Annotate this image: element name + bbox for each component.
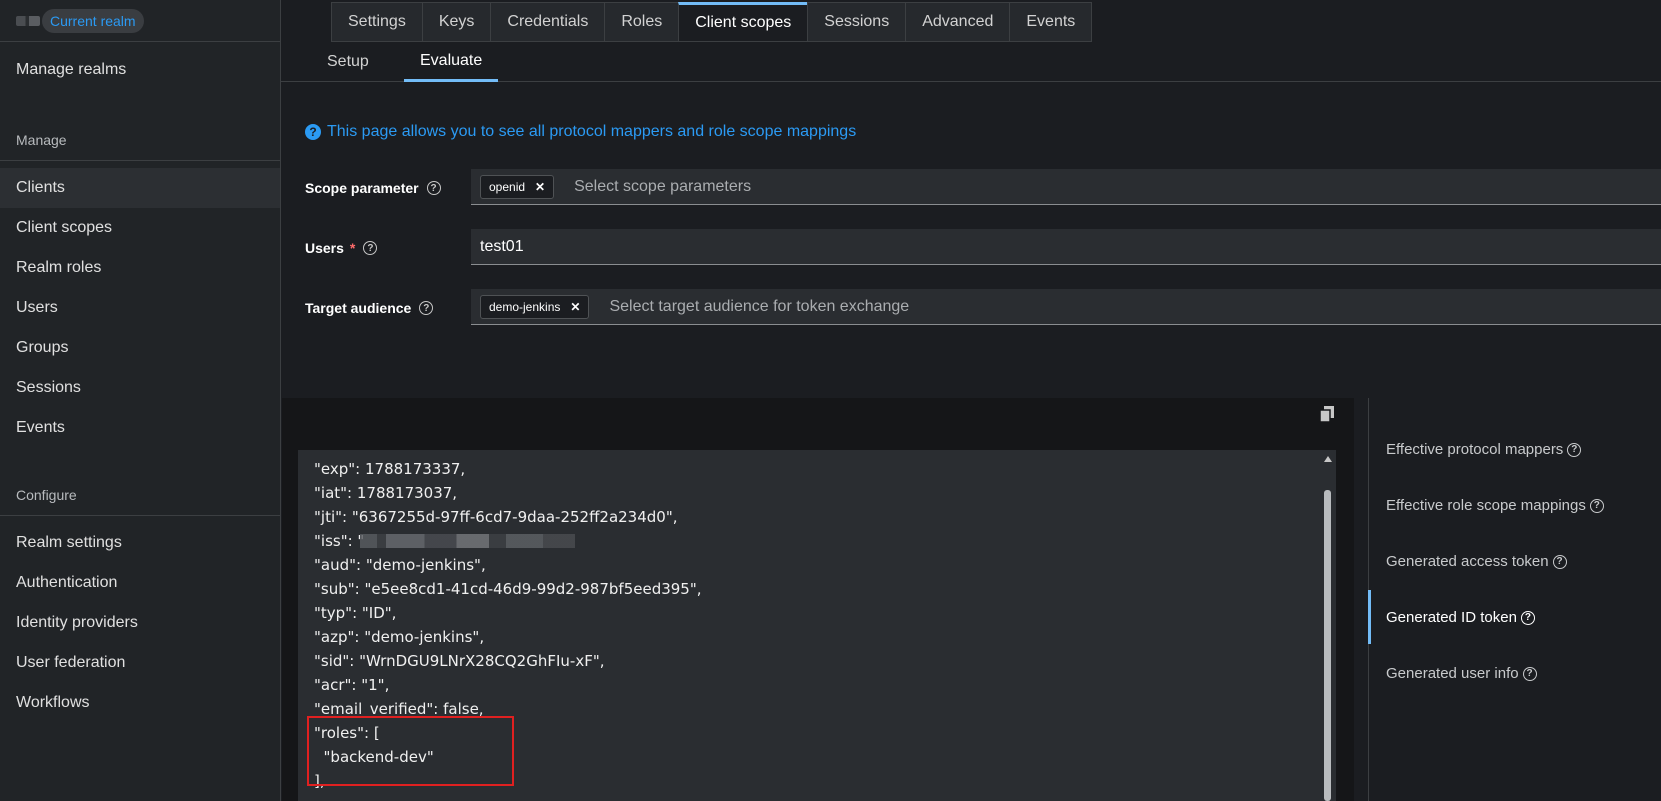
users-label: Users * ?	[305, 240, 378, 256]
help-icon: ?	[1567, 442, 1582, 457]
nav-client-scopes[interactable]: Client scopes	[0, 208, 280, 248]
nav-identity-providers[interactable]: Identity providers	[0, 603, 280, 643]
info-message: ? This page allows you to see all protoc…	[305, 123, 856, 141]
code-line: "typ": "ID",	[314, 604, 397, 622]
tab-client-scopes[interactable]: Client scopes	[678, 2, 808, 42]
nav-realm-roles[interactable]: Realm roles	[0, 248, 280, 288]
jump-effective-protocol-mappers[interactable]: Effective protocol mappers ?	[1386, 441, 1582, 458]
jump-label[interactable]: Effective protocol mappers	[1386, 441, 1563, 458]
nav-user-federation[interactable]: User federation	[0, 643, 280, 683]
tab-advanced[interactable]: Advanced	[905, 2, 1010, 42]
code-line: "acr": "1",	[314, 676, 390, 694]
tab-roles[interactable]: Roles	[604, 2, 679, 42]
subtab-evaluate[interactable]: Evaluate	[404, 42, 499, 82]
help-icon: ?	[1552, 554, 1567, 569]
copy-icon[interactable]	[1320, 406, 1334, 422]
audience-chip-label: demo-jenkins	[489, 299, 561, 314]
realm-selector[interactable]: Current realm	[0, 0, 280, 42]
code-line: "iss": "	[314, 532, 365, 550]
close-icon[interactable]: ✕	[570, 300, 580, 314]
code-line: "iat": 1788173037,	[314, 484, 458, 502]
scope-chip-label: openid	[489, 179, 526, 194]
jump-label[interactable]: Effective role scope mappings	[1386, 497, 1586, 514]
roles-highlight-box	[307, 716, 514, 786]
code-line: "azp": "demo-jenkins",	[314, 628, 485, 646]
code-line: "aud": "demo-jenkins",	[314, 556, 486, 574]
tab-events[interactable]: Events	[1009, 2, 1093, 42]
code-line: "sub": "e5ee8cd1-41cd-46d9-99d2-987bf5ee…	[314, 580, 702, 598]
users-help-icon[interactable]: ?	[363, 241, 378, 255]
tab-settings[interactable]: Settings	[331, 2, 422, 42]
target-audience-label-text: Target audience	[305, 300, 412, 316]
code-line: "exp": 1788173337,	[314, 460, 466, 478]
code-line: "jti": "6367255d-97ff-6cd7-9daa-252ff2a2…	[314, 508, 678, 526]
jump-label[interactable]: Generated access token	[1386, 553, 1549, 570]
nav-users[interactable]: Users	[0, 288, 280, 328]
help-icon: ?	[1589, 498, 1604, 513]
info-text: This page allows you to see all protocol…	[327, 123, 857, 140]
question-circle-icon: ?	[305, 124, 321, 140]
users-input[interactable]: test01	[471, 229, 1661, 265]
active-indicator	[1368, 590, 1371, 644]
scope-parameter-label-text: Scope parameter	[305, 180, 419, 196]
close-icon[interactable]: ✕	[535, 180, 545, 194]
tab-credentials[interactable]: Credentials	[490, 2, 605, 42]
nav-authentication[interactable]: Authentication	[0, 563, 280, 603]
jump-generated-id-token[interactable]: Generated ID token ?	[1386, 609, 1535, 626]
tab-sessions[interactable]: Sessions	[807, 2, 906, 42]
audience-help-icon[interactable]: ?	[419, 301, 434, 315]
scope-parameter-label: Scope parameter ?	[305, 180, 441, 196]
nav-sessions[interactable]: Sessions	[0, 368, 280, 408]
audience-chip-demo-jenkins: demo-jenkins ✕	[480, 294, 590, 319]
users-label-text: Users	[305, 240, 344, 256]
jump-label[interactable]: Generated ID token	[1386, 609, 1517, 626]
tab-keys[interactable]: Keys	[421, 2, 491, 42]
required-marker: *	[349, 240, 356, 256]
code-line: "sid": "WrnDGU9LNrX28CQ2GhFIu-xF",	[314, 652, 605, 670]
jump-generated-access-token[interactable]: Generated access token ?	[1386, 553, 1567, 570]
client-scopes-subtabs: Setup Evaluate	[281, 42, 1661, 82]
nav-events[interactable]: Events	[0, 408, 280, 448]
nav-clients[interactable]: Clients	[0, 168, 280, 208]
nav-divider	[0, 160, 280, 161]
redacted-iss-value	[360, 534, 575, 548]
realm-logo-icon	[16, 15, 40, 26]
nav-section-manage: Manage	[16, 132, 67, 148]
client-tabs: Settings Keys Credentials Roles Client s…	[331, 2, 1093, 42]
jump-label[interactable]: Generated user info	[1386, 665, 1519, 682]
scope-parameter-select[interactable]: openid ✕ Select scope parameters	[471, 169, 1661, 205]
jump-generated-user-info[interactable]: Generated user info ?	[1386, 665, 1537, 682]
nav-groups[interactable]: Groups	[0, 328, 280, 368]
audience-placeholder[interactable]: Select target audience for token exchang…	[609, 298, 909, 316]
nav-section-configure: Configure	[16, 487, 77, 503]
nav-realm-settings[interactable]: Realm settings	[0, 523, 280, 563]
code-scrollbar-thumb[interactable]	[1324, 490, 1331, 801]
help-icon: ?	[1522, 666, 1537, 681]
users-value[interactable]: test01	[480, 238, 524, 256]
help-icon: ?	[1520, 610, 1535, 625]
scope-chip-openid: openid ✕	[480, 174, 555, 199]
scope-help-icon[interactable]: ?	[426, 181, 441, 195]
target-audience-select[interactable]: demo-jenkins ✕ Select target audience fo…	[471, 289, 1661, 325]
target-audience-label: Target audience ?	[305, 300, 434, 316]
jump-links-panel: Effective protocol mappers ? Effective r…	[1368, 398, 1661, 801]
nav-manage-realms[interactable]: Manage realms	[0, 50, 280, 90]
scope-placeholder[interactable]: Select scope parameters	[574, 178, 751, 196]
scroll-up-icon[interactable]	[1324, 456, 1332, 462]
subtab-setup[interactable]: Setup	[311, 42, 385, 82]
nav-workflows[interactable]: Workflows	[0, 683, 280, 723]
nav-divider	[0, 515, 280, 516]
sidebar: Current realm Manage realms Manage Clien…	[0, 0, 281, 801]
jump-effective-role-scope-mappings[interactable]: Effective role scope mappings ?	[1386, 497, 1604, 514]
current-realm-badge[interactable]: Current realm	[42, 8, 144, 33]
